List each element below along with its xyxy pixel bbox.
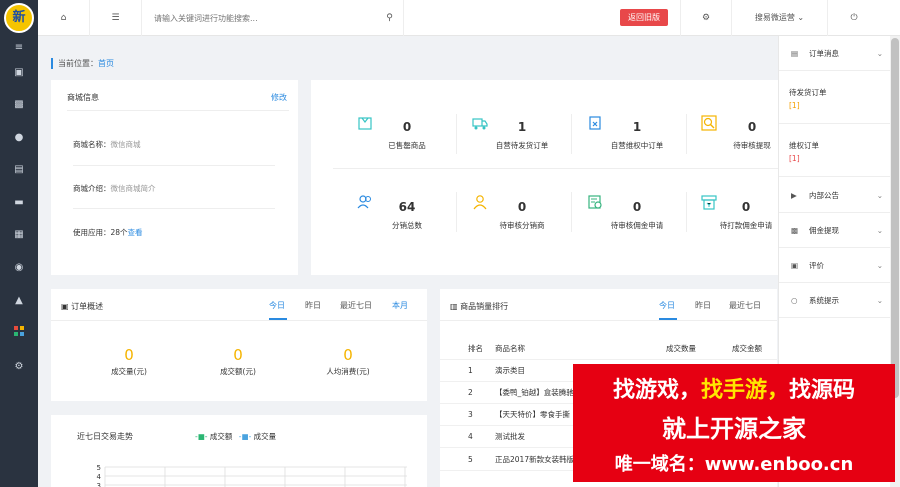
user-menu[interactable]: 搜易微运营 ⌄ (732, 0, 828, 36)
menu-toggle-icon[interactable]: ≡ (10, 41, 28, 55)
y-tick-label: 4 (97, 473, 102, 481)
tab-today[interactable]: 今日 (269, 300, 285, 311)
bell-icon: ○ (791, 296, 798, 305)
legend-volume-swatch: -■- (238, 432, 252, 441)
money-bag-icon[interactable]: ◉ (10, 261, 28, 275)
finance-icon[interactable]: ▬ (10, 196, 28, 210)
rank-tab-today[interactable]: 今日 (659, 300, 675, 311)
ranking-header: 排名 商品名称 成交数量 成交金额 (440, 338, 777, 360)
shop-name-row: 商城名称：微信商城 (73, 140, 141, 149)
divider (67, 110, 289, 111)
shop-info-title: 商城信息 (67, 93, 99, 102)
chevron-down-icon: ⌄ (797, 13, 805, 22)
order-icon[interactable]: ▤ (10, 163, 28, 177)
gear-icon: ⚙ (701, 13, 711, 23)
stat-sold-out[interactable]: 0 已售罄商品 (352, 120, 462, 151)
review-header[interactable]: ▣ 评价 ⌄ (779, 248, 891, 283)
legend-amount: 成交额 (209, 432, 233, 441)
chevron-down-icon: ⌄ (876, 49, 883, 58)
stat-pending-distributor[interactable]: 0 待审核分销商 (467, 200, 577, 231)
breadcrumb-home-link[interactable]: 首页 (98, 59, 114, 68)
legend-volume: 成交量 (253, 432, 277, 441)
search-input[interactable] (154, 10, 374, 26)
home-icon: ⌂ (60, 13, 67, 23)
stats-card: 0 已售罄商品 1 自营待发货订单 1 自营维权中订单 0 待审核提现 64 分销总数 0… (311, 80, 778, 275)
apps-row: 使用应用：28个查看 (73, 228, 143, 237)
scrollbar-thumb[interactable] (891, 38, 899, 398)
user-name: 搜易微运营 (754, 13, 795, 22)
calendar-icon: ▣ (61, 302, 69, 311)
trend-card: 近七日交易走势 -■- 成交额 -■- 成交量 543 (51, 415, 427, 487)
stat-distributors[interactable]: 64 分销总数 (352, 200, 462, 231)
trend-chart: 543 (97, 464, 407, 487)
watermark-banner: 找游戏，找手游，找源码 就上开源之家 唯一域名：www.enboo.cn (573, 364, 895, 482)
metric-volume: 0 成交量(元) (111, 346, 147, 376)
metric-amount: 0 成交额(元) (220, 346, 256, 376)
tab-yesterday[interactable]: 昨日 (305, 300, 321, 311)
shop-desc-row: 商城介绍：微信商城简介 (73, 184, 156, 193)
stat-pending-commission[interactable]: 0 待审核佣金申请 (582, 200, 692, 231)
divider (73, 165, 275, 166)
trend-title: 近七日交易走势 (77, 432, 133, 441)
chevron-down-icon: ⌄ (876, 226, 883, 235)
tab-this-month[interactable]: 本月 (392, 300, 408, 311)
metric-avg: 0 人均消费(元) (326, 346, 370, 376)
system-notice-header[interactable]: ○ 系统提示 ⌄ (779, 283, 891, 318)
search-button[interactable]: ⚲ (376, 0, 404, 36)
settings-button[interactable]: ⚙ (680, 0, 732, 36)
apps-icon[interactable] (10, 326, 28, 340)
pending-ship-item[interactable]: 待发货订单 [1] (779, 72, 891, 124)
clipboard-icon: ▤ (791, 49, 799, 58)
legend-amount-swatch: -■- (195, 432, 208, 441)
divider (333, 168, 778, 169)
settings-icon[interactable]: ⚙ (10, 360, 28, 374)
order-messages-header[interactable]: ▤ 订单消息 ⌄ (779, 36, 891, 71)
hamburger-icon: ☰ (111, 13, 120, 23)
order-overview-title: ▣ 订单概述 (61, 302, 104, 311)
store-icon[interactable]: ▣ (10, 66, 28, 80)
ranking-title: ▥ 商品销量排行 (450, 302, 509, 311)
chevron-down-icon: ⌄ (876, 261, 883, 270)
comment-icon: ▣ (791, 261, 799, 270)
menu-button[interactable]: ☰ (90, 0, 142, 36)
back-to-old-version-button[interactable]: 返回旧版 (620, 9, 668, 26)
edit-shop-link[interactable]: 修改 (271, 92, 287, 103)
stat-self-rights[interactable]: 1 自营维权中订单 (582, 120, 692, 151)
y-tick-label: 3 (97, 482, 101, 487)
marketing-icon[interactable]: ▦ (10, 228, 28, 242)
stats-icon[interactable]: ▲ (10, 294, 28, 308)
top-bar: ⌂ ☰ ⚲ 返回旧版 ⚙ 搜易微运营 ⌄ ⏻ (38, 0, 900, 36)
order-overview-card: ▣ 订单概述 今日 昨日 最近七日 本月 0 成交量(元) 0 成交额(元) 0 人均… (51, 289, 427, 401)
tab-last-7-days[interactable]: 最近七日 (340, 300, 372, 311)
y-tick-label: 5 (97, 464, 101, 472)
rank-tab-yesterday[interactable]: 昨日 (695, 300, 711, 311)
divider (73, 208, 275, 209)
logo[interactable]: 新 (4, 3, 34, 33)
power-icon: ⏻ (850, 13, 858, 23)
internal-notice-header[interactable]: ▶ 内部公告 ⌄ (779, 178, 891, 213)
rights-order-item[interactable]: 维权订单 [1] (779, 125, 891, 177)
chevron-down-icon: ⌄ (876, 296, 883, 305)
chevron-down-icon: ⌄ (876, 191, 883, 200)
view-apps-link[interactable]: 查看 (128, 228, 143, 237)
trend-legend: -■- 成交额 -■- 成交量 (195, 431, 276, 442)
stat-self-pending-ship[interactable]: 1 自营待发货订单 (467, 120, 577, 151)
rank-tab-last-7-days[interactable]: 最近七日 (729, 300, 761, 311)
shop-info-card: 商城信息 修改 商城名称：微信商城 商城介绍：微信商城简介 使用应用：28个查看 (51, 80, 298, 275)
megaphone-icon: ▶ (791, 191, 797, 200)
wallet-icon: ▩ (791, 226, 799, 235)
sidebar: 新 ≡ ▣ ▩ ● ▤ ▬ ▦ ◉ ▲ ⚙ (0, 0, 38, 487)
bar-chart-icon: ▥ (450, 302, 458, 311)
breadcrumb: 当前位置：首页 (51, 58, 114, 69)
member-icon[interactable]: ● (10, 131, 28, 145)
goods-icon[interactable]: ▩ (10, 98, 28, 112)
logout-button[interactable]: ⏻ (828, 0, 880, 36)
search-icon: ⚲ (386, 13, 393, 23)
commission-header[interactable]: ▩ 佣金提现 ⌄ (779, 213, 891, 248)
home-button[interactable]: ⌂ (38, 0, 90, 36)
